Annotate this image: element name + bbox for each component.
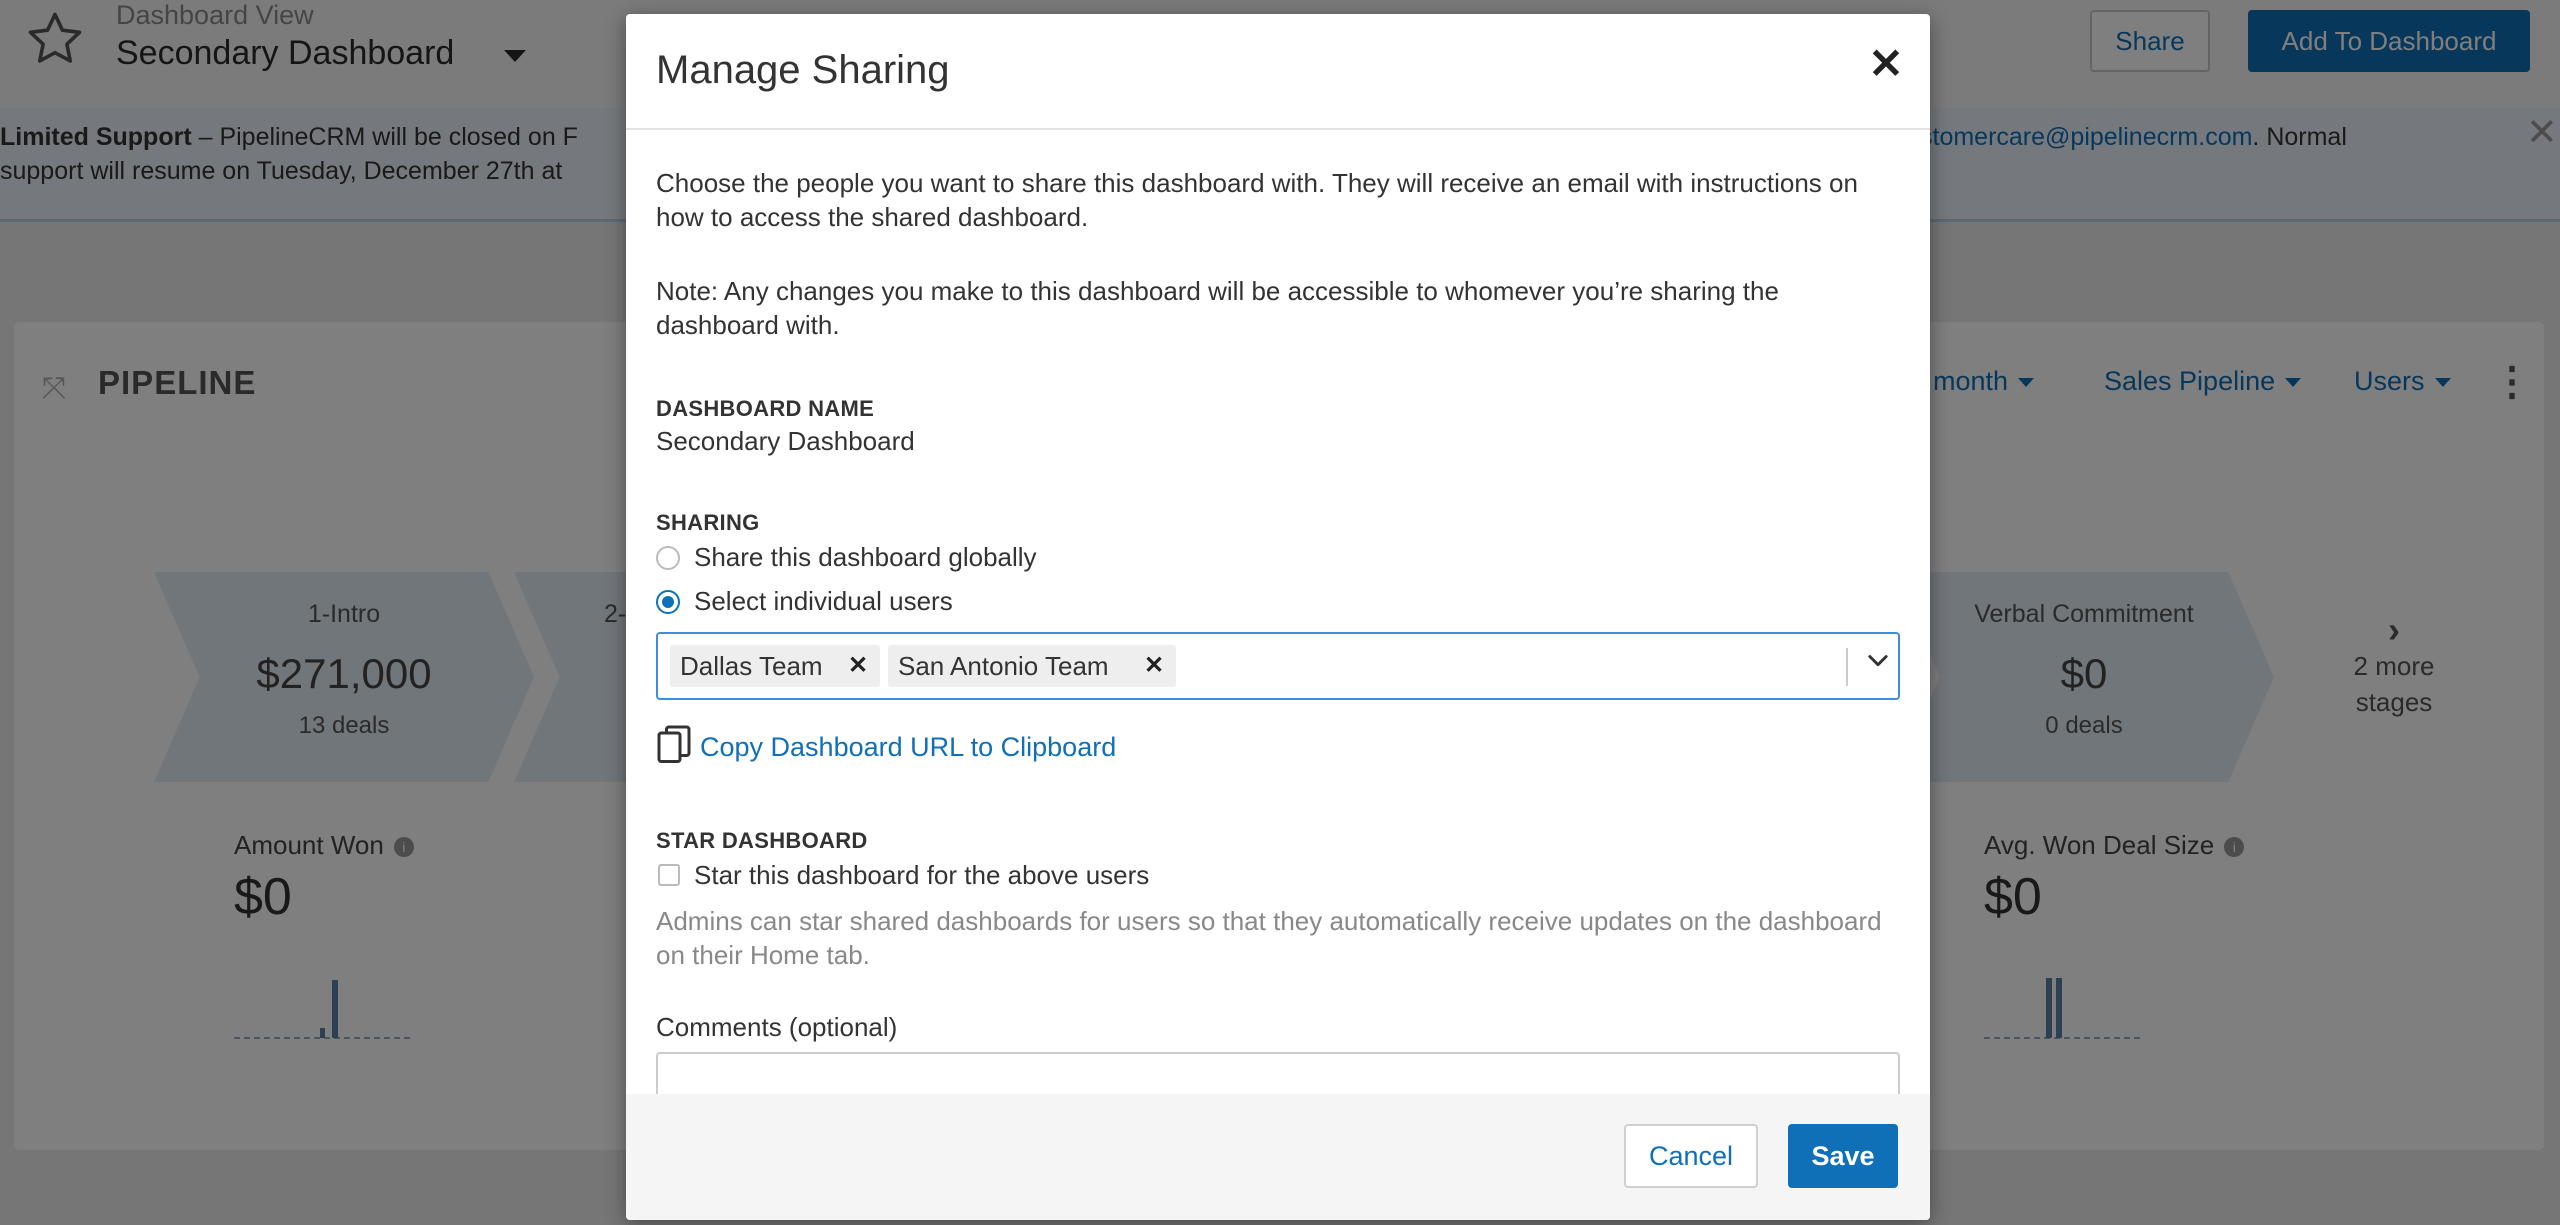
chevron-down-icon[interactable]	[1864, 646, 1892, 674]
copy-url-link[interactable]: Copy Dashboard URL to Clipboard	[700, 730, 1116, 764]
user-tag: Dallas Team ✕	[670, 645, 880, 687]
user-tag: San Antonio Team ✕	[888, 645, 1176, 687]
modal-footer: Cancel Save	[626, 1094, 1930, 1220]
select-users-radio[interactable]	[656, 590, 680, 614]
save-button[interactable]: Save	[1788, 1124, 1898, 1188]
user-tag-label: Dallas Team	[680, 651, 823, 681]
star-dashboard-label: STAR DASHBOARD	[656, 828, 868, 853]
close-icon[interactable]: ✕	[1866, 43, 1906, 85]
dashboard-name-label: DASHBOARD NAME	[656, 396, 875, 421]
cancel-button[interactable]: Cancel	[1624, 1124, 1758, 1188]
share-globally-label[interactable]: Share this dashboard globally	[694, 540, 1037, 574]
note-text: Note: Any changes you make to this dashb…	[656, 276, 1779, 340]
star-hint-text: Admins can star shared dashboards for us…	[656, 906, 1882, 970]
remove-tag-icon[interactable]: ✕	[1144, 645, 1164, 687]
dropdown-separator	[1846, 648, 1848, 686]
select-users-label[interactable]: Select individual users	[694, 584, 953, 618]
user-tag-label: San Antonio Team	[898, 651, 1109, 681]
dashboard-name-value: Secondary Dashboard	[656, 426, 915, 456]
remove-tag-icon[interactable]: ✕	[848, 645, 868, 687]
sharing-label: SHARING	[656, 510, 760, 535]
star-users-label[interactable]: Star this dashboard for the above users	[694, 858, 1149, 892]
manage-sharing-modal: Manage Sharing ✕ Choose the people you w…	[626, 14, 1930, 1220]
star-users-checkbox[interactable]	[658, 864, 680, 886]
comments-label: Comments (optional)	[656, 1012, 898, 1042]
user-multiselect[interactable]: Dallas Team ✕ San Antonio Team ✕	[656, 632, 1900, 700]
share-globally-radio[interactable]	[656, 546, 680, 570]
copy-icon[interactable]	[656, 724, 692, 766]
intro-text: Choose the people you want to share this…	[656, 168, 1858, 232]
modal-title: Manage Sharing	[656, 48, 950, 92]
modal-header: Manage Sharing ✕	[626, 14, 1930, 130]
